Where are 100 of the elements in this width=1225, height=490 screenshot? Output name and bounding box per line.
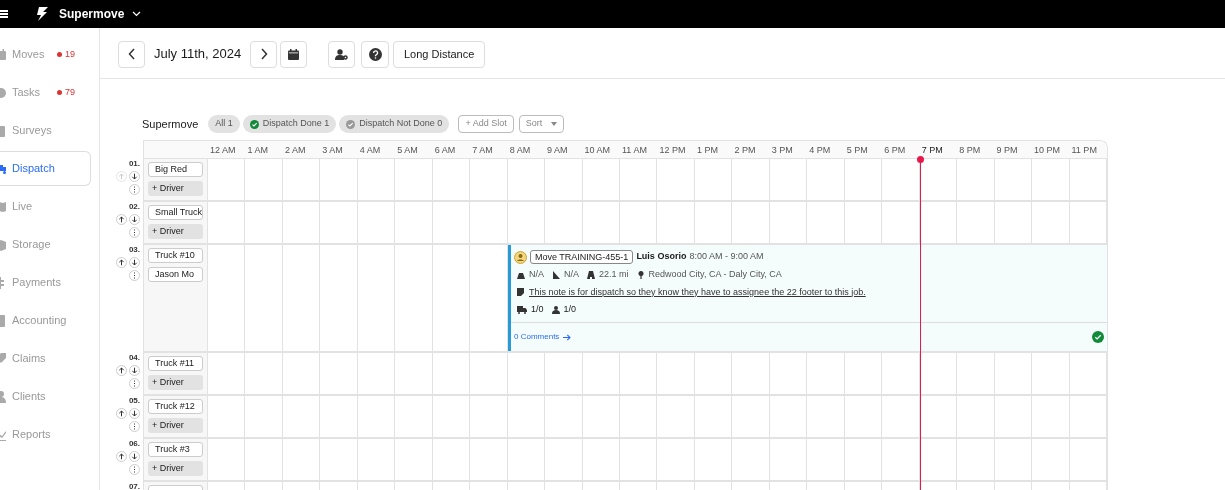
long-distance-button[interactable]: Long Distance bbox=[393, 40, 486, 68]
hour-label: 2 AM bbox=[283, 144, 307, 157]
note-icon bbox=[517, 288, 524, 297]
slot-number: 05. bbox=[128, 396, 140, 406]
move-up-icon[interactable] bbox=[116, 365, 127, 376]
help-button[interactable] bbox=[361, 40, 389, 68]
move-tag[interactable]: Move TRAINING-455-1 bbox=[530, 250, 634, 264]
next-day-button[interactable] bbox=[250, 40, 277, 68]
hour-label: 5 AM bbox=[396, 144, 419, 157]
add-driver-button[interactable]: + Driver bbox=[148, 181, 203, 196]
sidebar-item[interactable]: Moves 19 bbox=[0, 37, 91, 72]
distance-value: 22.1 mi bbox=[599, 268, 629, 281]
hour-label: 12 PM bbox=[658, 144, 687, 157]
hour-label: 10 PM bbox=[1033, 144, 1062, 157]
previous-day-button[interactable] bbox=[118, 40, 145, 68]
user-gear-icon[interactable] bbox=[335, 48, 348, 60]
caret-down-icon[interactable] bbox=[551, 122, 558, 126]
slot-number: 06. bbox=[128, 439, 140, 449]
add-driver-button[interactable]: + Driver bbox=[148, 461, 203, 476]
sidebar-item[interactable]: Dispatch bbox=[0, 151, 91, 186]
truck-name[interactable]: Truck #12 bbox=[148, 399, 203, 414]
hour-label: 1 PM bbox=[695, 144, 719, 157]
dispatch-note[interactable]: This note is for dispatch so they know they have to assignee the 22 footer to this job. bbox=[529, 285, 866, 299]
hour-label: 4 PM bbox=[808, 144, 832, 157]
move-up-icon[interactable] bbox=[116, 408, 127, 419]
hour-label: 8 PM bbox=[958, 144, 982, 157]
road-icon bbox=[587, 270, 596, 279]
hour-label: 6 AM bbox=[433, 144, 457, 157]
organization-label: Supermove bbox=[142, 116, 199, 132]
slot-number: 01. bbox=[128, 159, 140, 169]
truck-name[interactable]: Truck #11 bbox=[148, 356, 203, 371]
person-icon bbox=[551, 305, 560, 314]
chevron-down-icon[interactable] bbox=[132, 11, 142, 17]
sort-dropdown[interactable]: Sort bbox=[518, 115, 565, 133]
hour-label: 9 PM bbox=[995, 144, 1019, 157]
move-down-icon[interactable] bbox=[129, 171, 140, 182]
hour-label: 9 AM bbox=[546, 144, 569, 157]
sidebar-item[interactable]: Tasks 79 bbox=[0, 75, 91, 110]
menu-icon[interactable] bbox=[0, 9, 8, 19]
customer-name: Luis Osorio bbox=[636, 250, 687, 264]
pin-icon bbox=[636, 270, 645, 279]
move-time: 8:00 AM - 9:00 AM bbox=[689, 250, 764, 264]
hour-label: 4 AM bbox=[358, 144, 382, 157]
slot-number: 03. bbox=[128, 245, 140, 255]
truck-name[interactable]: Truck #3 bbox=[148, 442, 203, 457]
organization-name[interactable]: Supermove bbox=[59, 5, 125, 23]
move-up-icon[interactable] bbox=[116, 257, 127, 268]
move-up-icon[interactable] bbox=[116, 214, 127, 225]
add-driver-button[interactable]: + Driver bbox=[148, 418, 203, 433]
move-down-icon[interactable] bbox=[129, 451, 140, 462]
cone-icon bbox=[517, 270, 525, 279]
count-badge: 79 bbox=[57, 85, 75, 100]
help-icon[interactable] bbox=[368, 47, 382, 61]
move-down-icon[interactable] bbox=[129, 365, 140, 376]
hour-label: 11 PM bbox=[1070, 144, 1098, 157]
hour-label: 7 PM bbox=[920, 144, 944, 157]
filter-chip[interactable]: Dispatch Done 1 bbox=[242, 115, 337, 133]
chevron-left-icon[interactable] bbox=[127, 48, 136, 60]
user-settings-button[interactable] bbox=[328, 40, 355, 68]
slot-number: 02. bbox=[128, 202, 140, 212]
hour-label: 3 PM bbox=[770, 144, 794, 157]
add-driver-button[interactable]: + Driver bbox=[148, 224, 203, 239]
slot-number: 07. bbox=[128, 482, 140, 490]
check-circle-icon bbox=[346, 119, 356, 129]
calendar-button[interactable] bbox=[280, 40, 307, 68]
move-up-icon[interactable] bbox=[116, 451, 127, 462]
route-value: Redwood City, CA - Daly City, CA bbox=[648, 268, 782, 281]
truck-count: 1/0 bbox=[531, 303, 544, 316]
chevron-right-icon[interactable] bbox=[259, 48, 268, 60]
add-slot-button[interactable]: + Add Slot bbox=[458, 115, 514, 133]
hour-label: 6 PM bbox=[883, 144, 907, 157]
slot-number: 04. bbox=[128, 353, 140, 363]
user-avatar-icon bbox=[514, 250, 527, 264]
filter-chip[interactable]: All 1 bbox=[208, 115, 240, 133]
count-badge: 19 bbox=[57, 47, 75, 62]
truck-name[interactable]: Truck #10 bbox=[148, 248, 203, 263]
hour-label: 2 PM bbox=[733, 144, 757, 157]
truck-name[interactable]: Small Truck bbox=[148, 205, 203, 220]
hour-label: 5 PM bbox=[845, 144, 869, 157]
hour-label: 8 AM bbox=[508, 144, 532, 157]
ruler-icon bbox=[552, 270, 560, 279]
add-driver-button[interactable]: + Driver bbox=[148, 375, 203, 390]
hour-label: 3 AM bbox=[321, 144, 344, 157]
floor-value: N/A bbox=[564, 268, 580, 281]
job-card[interactable] bbox=[508, 245, 1107, 351]
move-down-icon[interactable] bbox=[129, 408, 140, 419]
hour-label: 11 AM bbox=[621, 144, 648, 157]
filter-chip[interactable]: Dispatch Not Done 0 bbox=[339, 115, 450, 133]
hour-label: 12 AM bbox=[209, 144, 237, 157]
crew-count: 1/0 bbox=[563, 303, 577, 316]
size-value: N/A bbox=[529, 268, 544, 281]
move-down-icon[interactable] bbox=[129, 214, 140, 225]
arrow-right-icon[interactable] bbox=[563, 333, 572, 341]
truck-name[interactable]: Big Red bbox=[148, 162, 203, 177]
driver-name[interactable]: Jason Mo bbox=[148, 267, 203, 282]
move-down-icon[interactable] bbox=[129, 257, 140, 268]
lightning-logo-icon bbox=[34, 6, 50, 22]
hour-label: 10 AM bbox=[583, 144, 612, 157]
check-circle-icon bbox=[249, 119, 259, 129]
comments-link[interactable]: 0 Comments bbox=[514, 331, 572, 343]
